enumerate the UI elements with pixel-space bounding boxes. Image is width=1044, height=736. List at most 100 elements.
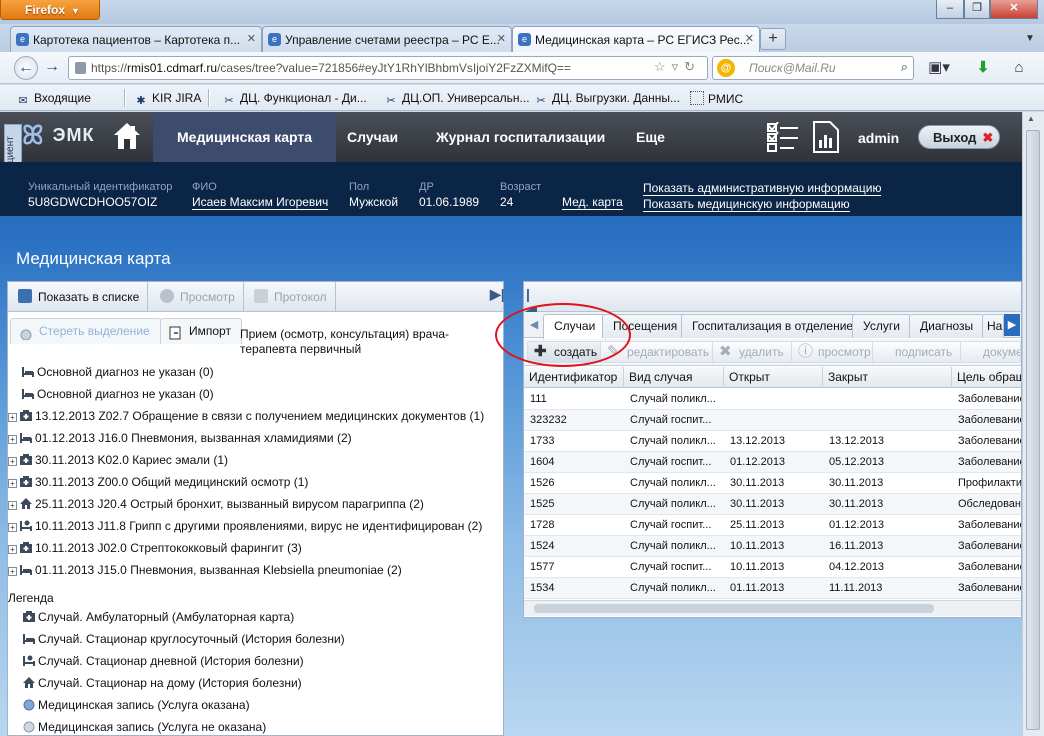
browser-tab-medcard[interactable]: e Медицинская карта – РС ЕГИСЗ Рес... ✕ — [512, 26, 760, 52]
table-cell: 13.12.2013 — [730, 435, 786, 447]
view-button[interactable]: Просмотр — [150, 282, 244, 312]
expand-plus-icon[interactable]: + — [8, 567, 17, 576]
clear-selection-button[interactable]: Стереть выделение — [10, 318, 161, 344]
legend-item: Случай. Стационар на дому (История болез… — [22, 673, 302, 695]
button-label: Стереть выделение — [39, 324, 150, 338]
expand-plus-icon[interactable]: + — [8, 501, 17, 510]
import-button[interactable]: Импорт — [160, 318, 242, 344]
bookmark-jira[interactable]: ✱ KIR JIRA — [134, 91, 201, 108]
protocol-button[interactable]: Протокол — [244, 282, 336, 312]
table-row[interactable]: 1604 Случай госпит... 01.12.2013 05.12.2013… — [524, 452, 1021, 473]
download-icon[interactable]: ⬇ — [972, 57, 994, 79]
tree-node[interactable]: +30.11.2013 Z00.0 Общий медицинский осмо… — [8, 472, 308, 494]
tree-node[interactable]: +01.12.2013 J16.0 Пневмония, вызванная х… — [8, 428, 352, 450]
view-case-button[interactable]: ⓘ просмотр — [791, 341, 880, 363]
show-admin-info-link[interactable]: Показать административную информацию — [643, 181, 882, 196]
tree-node[interactable]: +01.11.2013 J15.0 Пневмония, вызванная K… — [8, 560, 402, 582]
tree-node[interactable]: +30.11.2013 K02.0 Кариес эмали (1) — [8, 450, 228, 472]
bookmark-rmis[interactable]: РМИС — [690, 91, 743, 106]
expand-plus-icon[interactable]: + — [8, 435, 17, 444]
close-window-button[interactable]: ✕ — [990, 0, 1038, 19]
documents-button[interactable]: докуме — [960, 341, 1021, 363]
tab-services[interactable]: Услуги — [852, 314, 911, 338]
table-row[interactable]: 323232 Случай госпит... Заболевание — [524, 410, 1021, 431]
tree-node-label: Основной диагноз не указан (0) — [37, 365, 214, 379]
sign-button[interactable]: подписать — [872, 341, 962, 363]
minimize-button[interactable]: – — [936, 0, 964, 19]
column-id[interactable]: Идентификатор — [524, 367, 624, 388]
grid-horizontal-scrollbar[interactable] — [524, 600, 1021, 616]
nav-cases[interactable]: Случаи — [323, 112, 422, 162]
home-icon[interactable] — [112, 120, 142, 152]
table-row[interactable]: 1577 Случай госпит... 10.11.2013 04.12.2013… — [524, 557, 1021, 578]
bookmark-star-icon[interactable]: ☆▿↻ — [654, 59, 701, 75]
tree-node[interactable]: Основной диагноз не указан (0) — [8, 362, 214, 384]
bookmark-dc-op[interactable]: ✂ ДЦ.ОП. Универсальн... — [384, 91, 529, 108]
tree-node[interactable]: +25.11.2013 J20.4 Острый бронхит, вызван… — [8, 494, 424, 516]
report-chart-icon[interactable] — [812, 120, 840, 154]
bookmark-inbox[interactable]: ✉ Входящие — [16, 91, 91, 108]
nav-medcard[interactable]: Медицинская карта — [153, 112, 337, 162]
tab-diagnoses[interactable]: Диагнозы — [909, 314, 985, 338]
new-tab-button[interactable]: + — [760, 28, 786, 50]
firefox-menu-label: Firefox — [25, 3, 66, 17]
tab-more[interactable]: На — [982, 314, 1004, 338]
emk-logo[interactable]: ꕤ ЭМК — [22, 120, 94, 152]
back-arrow-icon[interactable]: ← — [14, 56, 38, 80]
expand-plus-icon[interactable]: + — [8, 413, 17, 422]
expand-plus-icon[interactable]: + — [8, 523, 17, 532]
username[interactable]: admin — [858, 130, 899, 146]
med-card-link[interactable]: Мед. карта — [562, 195, 623, 210]
nav-more[interactable]: Еще — [612, 112, 689, 162]
expand-plus-icon[interactable]: + — [8, 545, 17, 554]
browser-tab-accounts[interactable]: e Управление счетами реестра – РС Е... ✕ — [262, 26, 512, 52]
show-in-list-button[interactable]: Показать в списке — [8, 282, 149, 312]
checklist-icon[interactable] — [766, 121, 800, 152]
tree-node[interactable]: +13.12.2013 Z02.7 Обращение в связи с по… — [8, 406, 484, 428]
logout-button[interactable]: Выход ✖ — [918, 125, 1000, 149]
show-med-info-link[interactable]: Показать медицинскую информацию — [643, 197, 850, 212]
expand-plus-icon[interactable]: + — [8, 479, 17, 488]
table-row[interactable]: 1728 Случай госпит... 25.11.2013 01.12.2013… — [524, 515, 1021, 536]
tree-node[interactable]: +10.11.2013 J02.0 Стрептококковый фаринг… — [8, 538, 302, 560]
bookmarks-menu-icon[interactable]: ▣▾ — [928, 57, 950, 79]
column-case-type[interactable]: Вид случая — [624, 367, 724, 388]
url-bar[interactable]: https://rmis01.cdmarf.ru/cases/tree?valu… — [68, 56, 708, 80]
table-row[interactable]: 111 Случай поликл... Заболевание — [524, 389, 1021, 410]
column-opened[interactable]: Открыт — [724, 367, 823, 388]
table-row[interactable]: 1526 Случай поликл... 30.11.2013 30.11.2013… — [524, 473, 1021, 494]
bookmark-dc-func[interactable]: ✂ ДЦ. Функционал - Ди... — [222, 91, 366, 108]
table-row[interactable]: 1534 Случай поликл... 01.11.2013 11.11.2013… — [524, 578, 1021, 599]
search-engine-icon[interactable]: @ — [717, 59, 735, 77]
expand-plus-icon[interactable]: + — [8, 457, 17, 466]
delete-button[interactable]: ✖ удалить — [712, 341, 793, 363]
tabs-scroll-right-icon[interactable]: ▶ — [1004, 314, 1020, 336]
close-tab-icon[interactable]: ✕ — [247, 32, 256, 45]
tree-node[interactable]: +10.11.2013 J11.8 Грипп с другими проявл… — [8, 516, 482, 538]
firefox-menu-button[interactable]: Firefox ▼ — [0, 0, 100, 20]
page-scrollbar[interactable]: ▲ — [1022, 112, 1044, 736]
collapse-left-panel-icon[interactable]: ▶| — [490, 286, 505, 308]
tree-node[interactable]: Основной диагноз не указан (0) — [8, 384, 214, 406]
home-icon[interactable]: ⌂ — [1008, 57, 1030, 79]
forward-arrow-icon[interactable]: → — [40, 56, 64, 80]
nav-hospitalization-journal[interactable]: Журнал госпитализации — [412, 112, 629, 162]
search-input[interactable]: @ Поиск@Mail.Ru ⌕ — [712, 56, 914, 80]
tab-hospitalization[interactable]: Госпитализация в отделение — [681, 314, 865, 338]
browser-tab-patients[interactable]: e Картотека пациентов – Картотека п... ✕ — [10, 26, 262, 52]
close-tab-icon[interactable]: ✕ — [745, 32, 754, 45]
column-closed[interactable]: Закрыт — [823, 367, 952, 388]
search-icon[interactable]: ⌕ — [901, 59, 908, 75]
table-row[interactable]: 1524 Случай поликл... 10.11.2013 16.11.2013… — [524, 536, 1021, 557]
column-purpose[interactable]: Цель обращения — [952, 367, 1021, 388]
fio-value[interactable]: Исаев Максим Игоревич — [192, 195, 329, 210]
bookmark-label: KIR JIRA — [152, 91, 202, 105]
tools-icon: ✂ — [536, 95, 546, 107]
maximize-button[interactable]: ❐ — [964, 0, 990, 19]
bookmark-dc-export[interactable]: ✂ ДЦ. Выгрузки. Данны... — [534, 91, 680, 108]
table-row[interactable]: 1525 Случай поликл... 30.11.2013 30.11.2013… — [524, 494, 1021, 515]
table-row[interactable]: 1733 Случай поликл... 13.12.2013 13.12.2013… — [524, 431, 1021, 452]
tab-list-icon[interactable]: ▼ — [1020, 28, 1040, 50]
day-hospital-icon — [22, 653, 36, 666]
close-tab-icon[interactable]: ✕ — [497, 32, 506, 45]
